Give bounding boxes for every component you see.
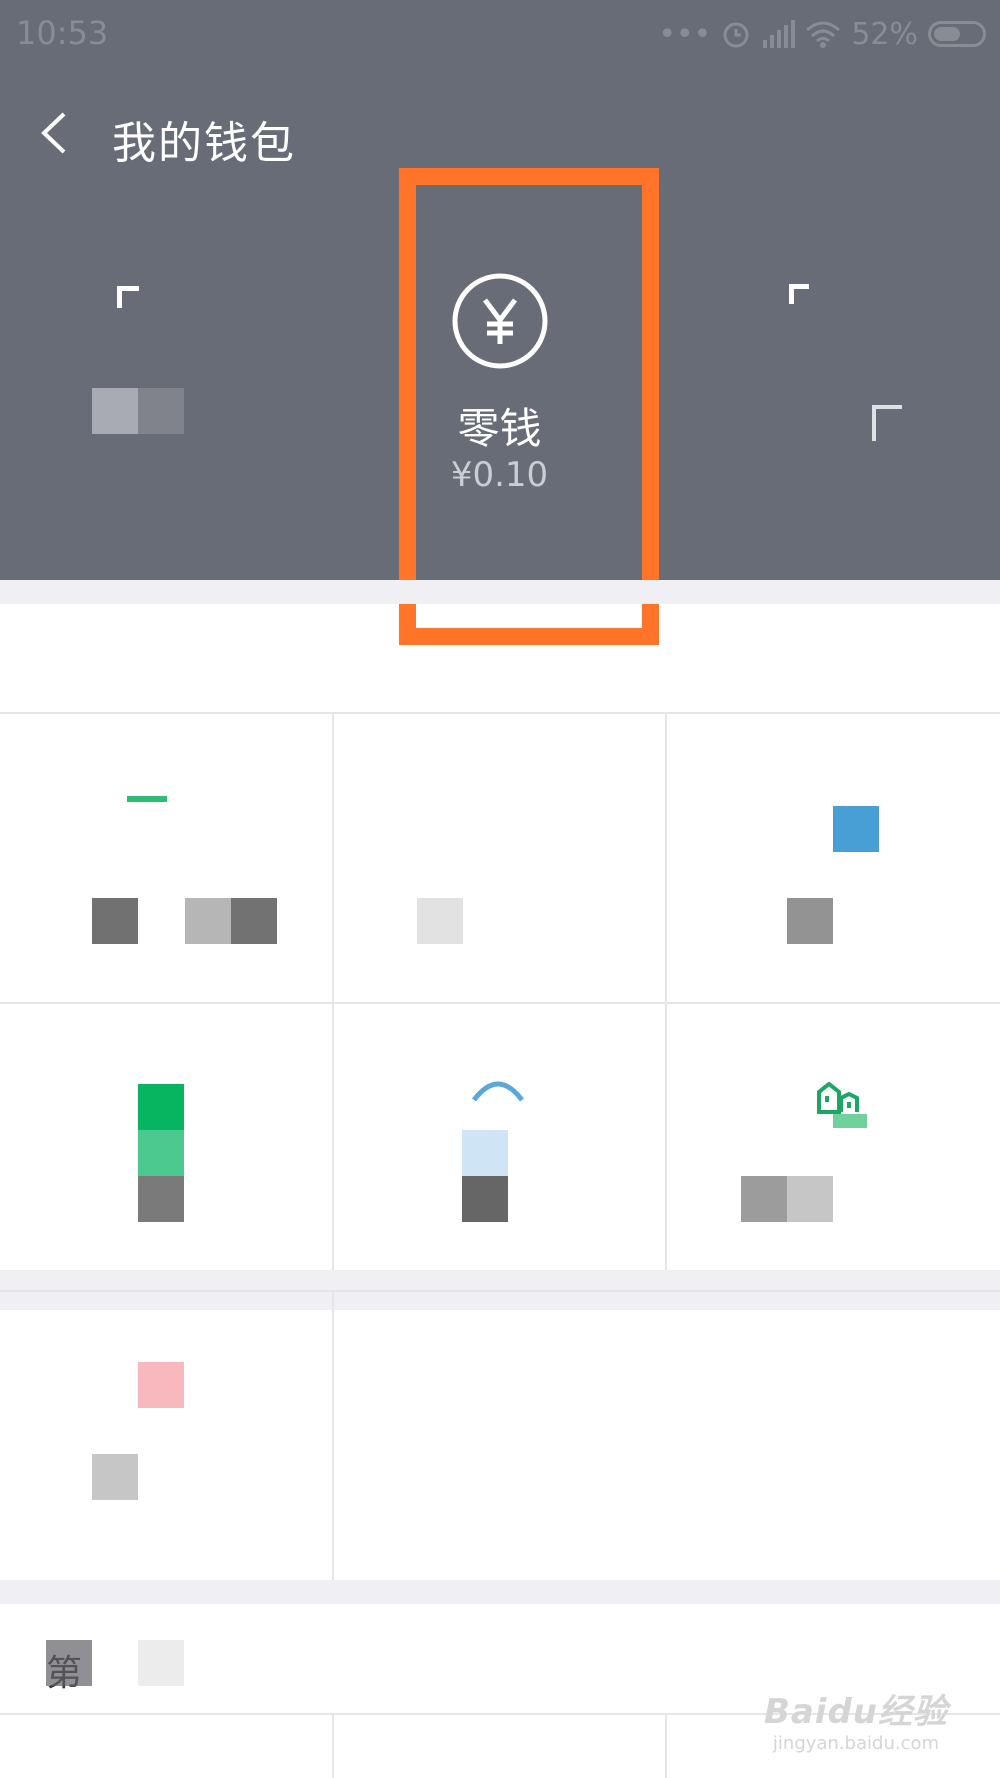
grid-divider bbox=[665, 1713, 667, 1778]
section-divider bbox=[0, 1580, 1000, 1604]
blurred-icon bbox=[138, 1084, 184, 1130]
blurred-icon bbox=[138, 1362, 184, 1408]
blurred-label bbox=[138, 1640, 184, 1686]
building-icon bbox=[817, 1082, 867, 1128]
blurred-label bbox=[92, 1454, 138, 1500]
status-icons: ••• 52% bbox=[648, 12, 986, 56]
blurred-label bbox=[138, 388, 184, 434]
blurred-icon bbox=[462, 1130, 508, 1176]
blurred-label bbox=[92, 388, 138, 434]
blurred-label bbox=[138, 1176, 184, 1222]
header-item-right[interactable] bbox=[707, 255, 1000, 515]
service-item-4[interactable] bbox=[0, 1004, 332, 1270]
section-divider bbox=[0, 580, 1000, 604]
battery-percent: 52% bbox=[851, 16, 918, 52]
blurred-icon bbox=[789, 284, 809, 304]
blurred-label bbox=[92, 898, 138, 944]
blurred-icon bbox=[472, 1081, 524, 1102]
grid-divider bbox=[0, 1290, 1000, 1292]
alarm-icon bbox=[723, 22, 749, 48]
baidu-watermark: Baidu经验 jingyan.baidu.com bbox=[764, 1684, 948, 1754]
blurred-label bbox=[787, 898, 833, 944]
status-time: 10:53 bbox=[16, 14, 109, 52]
blurred-label bbox=[46, 1640, 92, 1686]
change-label: 零钱 bbox=[457, 404, 542, 453]
blurred-icon bbox=[127, 796, 167, 802]
blurred-icon bbox=[117, 286, 139, 308]
blurred-icon bbox=[138, 1130, 184, 1176]
watermark-brand: Baidu经验 bbox=[763, 1692, 948, 1732]
yen-circle-icon bbox=[452, 273, 547, 369]
header-item-left[interactable] bbox=[0, 255, 293, 515]
wallet-header: 10:53 ••• 52% 我的钱包 零钱 ¥0.10 bbox=[0, 0, 1000, 580]
grid-divider bbox=[332, 1290, 334, 1580]
blurred-label bbox=[231, 898, 277, 944]
blurred-label bbox=[417, 898, 463, 944]
service-item-7[interactable] bbox=[0, 1310, 332, 1580]
blurred-icon bbox=[833, 806, 879, 852]
wifi-icon bbox=[806, 21, 841, 48]
change-amount: ¥0.10 bbox=[450, 455, 549, 495]
service-item-2[interactable] bbox=[334, 714, 665, 1002]
blurred-label bbox=[185, 898, 231, 944]
page-title: 我的钱包 bbox=[112, 118, 296, 169]
blurred-label bbox=[462, 1176, 508, 1222]
status-bar: 10:53 ••• 52% bbox=[0, 0, 1000, 70]
chevron-left-icon[interactable] bbox=[32, 108, 82, 158]
signal-icon bbox=[763, 20, 796, 48]
service-item-3[interactable] bbox=[667, 714, 1000, 1002]
service-item-1[interactable] bbox=[0, 714, 332, 1002]
blurred-label bbox=[787, 1176, 833, 1222]
watermark-url: jingyan.baidu.com bbox=[772, 1733, 940, 1754]
blurred-label bbox=[741, 1176, 787, 1222]
header-item-change[interactable]: 零钱 ¥0.10 bbox=[353, 255, 646, 515]
service-item-6[interactable] bbox=[667, 1004, 1000, 1270]
blurred-label bbox=[872, 405, 902, 441]
service-item-5[interactable] bbox=[334, 1004, 665, 1270]
battery-icon bbox=[928, 21, 986, 47]
grid-divider bbox=[332, 1713, 334, 1778]
more-dots-icon: ••• bbox=[658, 16, 712, 52]
